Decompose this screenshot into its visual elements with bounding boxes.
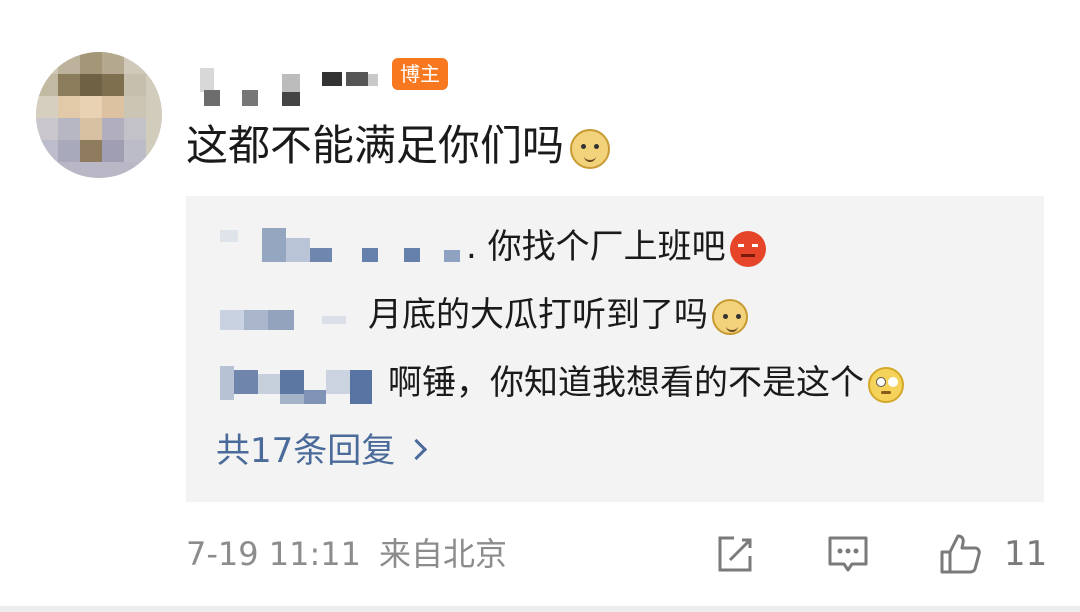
doge-emoji-icon xyxy=(570,128,611,169)
reply-item[interactable]: 啊锤，你知道我想看的不是这个 xyxy=(186,360,1044,406)
like-button[interactable] xyxy=(938,532,982,576)
author-badge: 博主 xyxy=(392,58,448,90)
eye-roll-emoji-icon xyxy=(868,366,904,403)
timestamp: 7-19 11:11 xyxy=(186,535,362,573)
reply-item[interactable]: . 你找个厂上班吧 xyxy=(186,224,1044,270)
comment-text: 这都不能满足你们吗 xyxy=(186,118,611,174)
view-all-replies-link[interactable]: 共17条回复 xyxy=(216,428,428,474)
comment-body: 这都不能满足你们吗 xyxy=(186,121,565,170)
username[interactable] xyxy=(190,60,390,110)
comment-meta: 7-19 11:11 来自北京 xyxy=(186,532,507,576)
doge-emoji-icon xyxy=(712,298,748,335)
reply-item[interactable]: 月底的大瓜打听到了吗 xyxy=(186,292,1044,338)
share-button[interactable] xyxy=(712,532,756,576)
like-count: 11 xyxy=(1004,534,1048,574)
share-icon xyxy=(718,536,752,572)
more-replies-label: 共17条回复 xyxy=(216,431,396,471)
location-source: 来自北京 xyxy=(379,535,508,573)
reply-text: 月底的大瓜打听到了吗 xyxy=(368,295,708,335)
comment-button[interactable] xyxy=(826,532,870,576)
reply-text: 啊锤，你知道我想看的不是这个 xyxy=(388,363,864,403)
comment-icon xyxy=(828,536,868,572)
divider xyxy=(0,606,1080,612)
reply-text: . 你找个厂上班吧 xyxy=(466,227,726,267)
avatar[interactable] xyxy=(36,52,162,178)
thumbs-up-icon xyxy=(940,534,981,574)
chevron-right-icon xyxy=(406,438,428,461)
angry-emoji-icon xyxy=(729,230,766,267)
reply-preview-box[interactable]: . 你找个厂上班吧 月底的大瓜打听到了吗 啊锤，你知道我想看的不是这个 共17条… xyxy=(186,196,1044,502)
